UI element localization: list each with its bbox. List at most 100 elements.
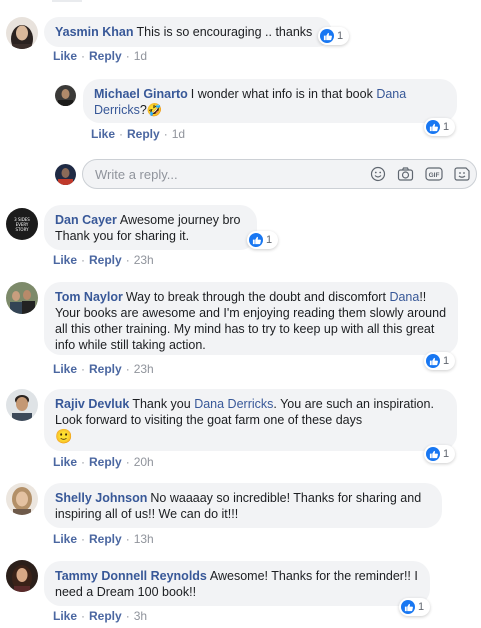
separator: ·: [81, 253, 86, 267]
comment-actions: Like · Reply · 1d: [91, 127, 185, 141]
comment-actions: Like · Reply · 20h: [53, 455, 154, 469]
like-link[interactable]: Like: [53, 455, 77, 469]
reaction-count[interactable]: 1: [318, 27, 350, 45]
separator: ·: [125, 609, 130, 623]
like-link[interactable]: Like: [91, 127, 115, 141]
reaction-count[interactable]: 1: [247, 231, 279, 249]
comment-actions: Like · Reply · 3h: [53, 609, 147, 623]
comment-author[interactable]: Michael Ginarto: [94, 87, 188, 101]
like-reaction-icon: [426, 120, 440, 134]
avatar[interactable]: [55, 85, 76, 106]
reaction-number: 1: [443, 355, 450, 367]
comment-actions: Like · Reply · 23h: [53, 253, 154, 267]
avatar[interactable]: [6, 17, 38, 49]
separator: ·: [163, 127, 168, 141]
comment-actions: Like · Reply · 13h: [53, 532, 154, 546]
gif-icon[interactable]: GIF: [425, 166, 443, 185]
comment-author[interactable]: Tom Naylor: [55, 290, 123, 304]
timestamp[interactable]: 23h: [134, 362, 154, 376]
reply-link[interactable]: Reply: [89, 609, 122, 623]
svg-text:GIF: GIF: [429, 172, 440, 179]
separator: ·: [81, 532, 86, 546]
emoji-icon[interactable]: [370, 166, 386, 185]
comment-author[interactable]: Yasmin Khan: [55, 25, 134, 39]
comment-author[interactable]: Rajiv Devluk: [55, 397, 129, 411]
camera-icon[interactable]: [397, 166, 414, 185]
top-cropped-edge: [52, 0, 82, 2]
comment-bubble: Yasmin Khan This is so encouraging .. tha…: [44, 17, 332, 47]
like-link[interactable]: Like: [53, 532, 77, 546]
reply-link[interactable]: Reply: [89, 532, 122, 546]
separator: ·: [125, 49, 130, 63]
comment-text: This is so encouraging .. thanks: [136, 25, 313, 39]
comment-bubble: Dan Cayer Awesome journey bro Thank you f…: [44, 205, 257, 250]
comment-text: Thank you: [132, 397, 191, 411]
avatar[interactable]: [6, 483, 38, 515]
comment-bubble: Tammy Donnell Reynolds Awesome! Thanks fo…: [44, 561, 430, 606]
mention-link[interactable]: Dana: [389, 290, 419, 304]
like-reaction-icon: [401, 600, 415, 614]
comment-text-end: ?🤣: [139, 103, 163, 117]
comment-bubble: Rajiv Devluk Thank you Dana Derricks. You…: [44, 389, 457, 451]
avatar-logo-text: 3 SIDES EVERY STORY: [6, 217, 38, 232]
comment-bubble: Michael Ginarto I wonder what info is in …: [83, 79, 457, 123]
separator: ·: [125, 532, 130, 546]
comment-actions: Like · Reply · 23h: [53, 362, 154, 376]
like-reaction-icon: [426, 354, 440, 368]
reaction-count[interactable]: 1: [399, 598, 431, 616]
avatar[interactable]: [6, 282, 38, 314]
like-reaction-icon: [320, 29, 334, 43]
comment-text: I wonder what info is in that book: [190, 87, 373, 101]
reaction-number: 1: [266, 234, 273, 246]
comment-actions: Like · Reply · 1d: [53, 49, 147, 63]
sticker-icon[interactable]: [454, 166, 471, 185]
reaction-count[interactable]: 1: [424, 352, 456, 370]
timestamp[interactable]: 13h: [134, 532, 154, 546]
logo-line: STORY: [15, 227, 29, 232]
comment-bubble: Shelly Johnson No waaaay so incredible! T…: [44, 483, 442, 528]
timestamp[interactable]: 23h: [134, 253, 154, 267]
separator: ·: [125, 253, 130, 267]
reply-box[interactable]: GIF: [82, 159, 477, 189]
timestamp[interactable]: 1d: [134, 49, 147, 63]
timestamp[interactable]: 1d: [172, 127, 185, 141]
reply-link[interactable]: Reply: [89, 49, 122, 63]
like-link[interactable]: Like: [53, 362, 77, 376]
reply-link[interactable]: Reply: [89, 253, 122, 267]
reaction-number: 1: [443, 121, 450, 133]
timestamp[interactable]: 3h: [134, 609, 147, 623]
separator: ·: [81, 609, 86, 623]
smile-emoji: 🙂: [55, 428, 73, 444]
separator: ·: [81, 49, 86, 63]
like-link[interactable]: Like: [53, 49, 77, 63]
like-reaction-icon: [426, 447, 440, 461]
reaction-number: 1: [443, 448, 450, 460]
reply-input[interactable]: [93, 165, 347, 183]
like-reaction-icon: [249, 233, 263, 247]
like-link[interactable]: Like: [53, 253, 77, 267]
avatar[interactable]: 3 SIDES EVERY STORY: [6, 208, 38, 240]
comment-author[interactable]: Shelly Johnson: [55, 491, 147, 505]
comment-bubble: Tom Naylor Way to break through the doubt…: [44, 282, 458, 355]
reply-link[interactable]: Reply: [127, 127, 160, 141]
like-link[interactable]: Like: [53, 609, 77, 623]
timestamp[interactable]: 20h: [134, 455, 154, 469]
separator: ·: [125, 362, 130, 376]
reply-link[interactable]: Reply: [89, 455, 122, 469]
avatar[interactable]: [6, 560, 38, 592]
reaction-number: 1: [418, 601, 425, 613]
current-user-avatar: [55, 164, 76, 185]
reply-link[interactable]: Reply: [89, 362, 122, 376]
avatar[interactable]: [6, 389, 38, 421]
separator: ·: [81, 362, 86, 376]
separator: ·: [81, 455, 86, 469]
reaction-count[interactable]: 1: [424, 118, 456, 136]
comment-author[interactable]: Dan Cayer: [55, 213, 117, 227]
reaction-count[interactable]: 1: [424, 445, 456, 463]
comment-text: Way to break through the doubt and disco…: [125, 290, 386, 304]
comment-author[interactable]: Tammy Donnell Reynolds: [55, 569, 207, 583]
separator: ·: [125, 455, 130, 469]
mention-link[interactable]: Dana Derricks: [194, 397, 273, 411]
separator: ·: [119, 127, 124, 141]
reaction-number: 1: [337, 30, 344, 42]
